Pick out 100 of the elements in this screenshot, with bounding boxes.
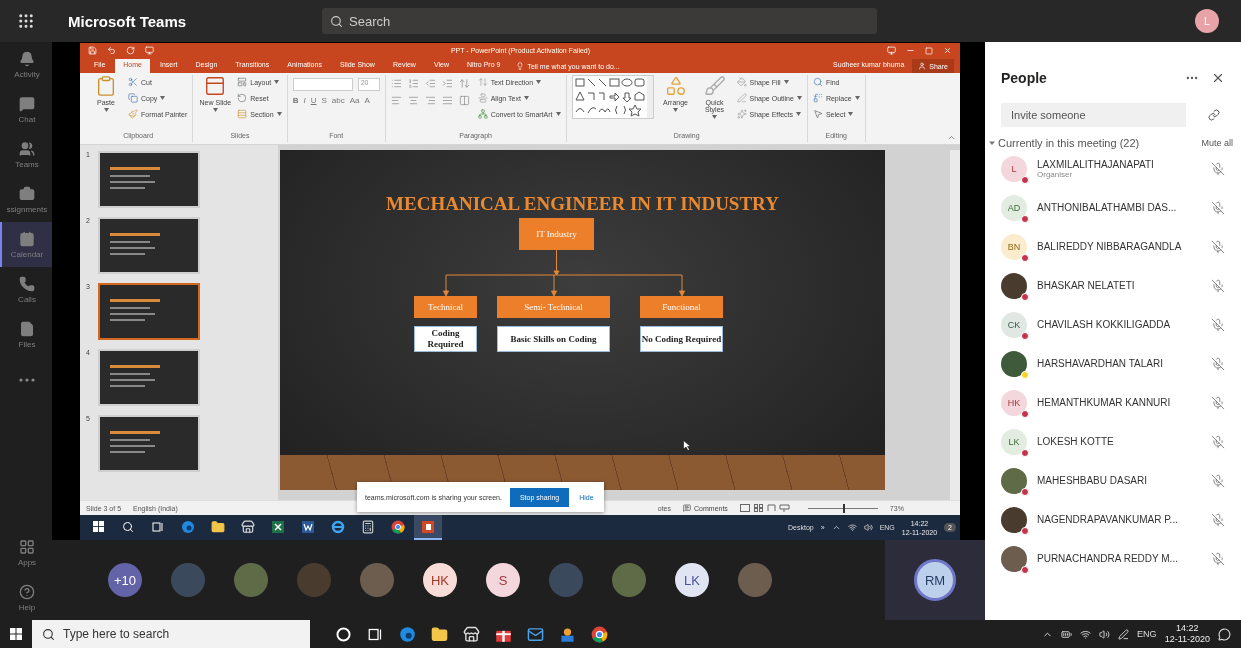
- slide-thumbnail[interactable]: [98, 415, 200, 472]
- format-button[interactable]: Aa: [349, 96, 360, 105]
- invite-field[interactable]: Invite someone: [1001, 103, 1186, 127]
- align-text-icon: [477, 93, 488, 103]
- slide-thumbnail[interactable]: [98, 349, 200, 406]
- participant-photo-placeholder: [297, 563, 331, 597]
- collapse-ribbon-icon[interactable]: [947, 133, 956, 142]
- save-icon[interactable]: [88, 46, 97, 55]
- paintbrush-icon: [128, 109, 138, 119]
- network-icon[interactable]: [1080, 628, 1092, 640]
- taskbar-button[interactable]: [414, 515, 442, 540]
- windows-logo-icon[interactable]: [10, 628, 22, 640]
- participant-row[interactable]: LK LOKESH KOTTE: [985, 422, 1241, 461]
- search-field[interactable]: Search: [322, 8, 877, 34]
- taskbar-search-field[interactable]: Type here to search: [32, 620, 310, 648]
- volume-icon[interactable]: [863, 523, 873, 532]
- caret-icon: [796, 96, 802, 100]
- section-header: Currently in this meeting (22): [998, 137, 1141, 149]
- replace-icon: [812, 93, 823, 103]
- participant-row[interactable]: L LAXMILALITHAJANAPATI Organiser: [985, 149, 1241, 188]
- caret-icon[interactable]: [989, 140, 995, 146]
- participant-row[interactable]: BN BALIREDDY NIBBARAGANDLA: [985, 227, 1241, 266]
- presentation-app-icon: [421, 519, 435, 534]
- font-name-field[interactable]: [292, 78, 353, 91]
- shapes-gallery-drawing[interactable]: [571, 75, 654, 119]
- diagram-node: Technical: [414, 296, 477, 318]
- notifications-icon[interactable]: [1218, 627, 1231, 641]
- close-icon[interactable]: [943, 46, 952, 55]
- spreadsheet-app-icon: [271, 519, 285, 534]
- participant-row[interactable]: MAHESHBABU DASARI: [985, 461, 1241, 500]
- new-slide-icon: [204, 75, 227, 97]
- participant-row[interactable]: AD ANTHONIBALATHAMBI DAS...: [985, 188, 1241, 227]
- rail-item[interactable]: Help: [0, 575, 52, 620]
- language-indicator: ENG: [1137, 629, 1157, 639]
- battery-icon[interactable]: [1061, 628, 1073, 640]
- rail-item[interactable]: Activity: [0, 42, 52, 87]
- participant-avatar: S: [486, 563, 520, 597]
- pen-icon[interactable]: [1118, 628, 1130, 640]
- mic-off-icon: [1211, 278, 1225, 293]
- slide-thumbnail[interactable]: [98, 217, 200, 274]
- more-participants-button[interactable]: +10: [108, 563, 142, 597]
- network-icon[interactable]: [847, 523, 857, 532]
- redo-icon[interactable]: [126, 46, 135, 55]
- avatar: BN: [1001, 233, 1027, 260]
- circle-icon: [334, 625, 352, 643]
- search-icon: [42, 627, 55, 641]
- display-options-icon[interactable]: [887, 46, 896, 55]
- rail-item[interactable]: Calls: [0, 267, 52, 312]
- mic-off-icon: [1211, 434, 1225, 449]
- avatar: CK: [1001, 311, 1027, 338]
- format-button[interactable]: U: [310, 96, 317, 105]
- mute-all-button[interactable]: Mute all: [1201, 138, 1233, 148]
- reset-icon: [237, 93, 248, 103]
- app-launcher-icon[interactable]: [17, 12, 35, 30]
- rail-item[interactable]: Teams: [0, 132, 52, 177]
- participant-row[interactable]: CK CHAVILASH KOKKILIGADDA: [985, 305, 1241, 344]
- mic-off-icon: [1211, 473, 1225, 488]
- view-buttons-icon[interactable]: [739, 504, 790, 512]
- participant-avatar: LK: [675, 563, 709, 597]
- close-icon[interactable]: [1211, 71, 1225, 85]
- rail-item[interactable]: Apps: [0, 530, 52, 575]
- participant-photo-placeholder: [612, 563, 646, 597]
- format-button[interactable]: A: [364, 96, 370, 105]
- chevron-up-icon[interactable]: [831, 523, 841, 532]
- edge-icon: [181, 519, 195, 534]
- paint-bucket-icon: [736, 77, 747, 87]
- caret-icon: [103, 108, 109, 112]
- participant-row[interactable]: BHASKAR NELATETI: [985, 266, 1241, 305]
- format-button[interactable]: abc: [331, 96, 345, 105]
- participant-row[interactable]: NAGENDRAPAVANKUMAR P...: [985, 500, 1241, 539]
- volume-icon[interactable]: [1099, 628, 1111, 640]
- mic-off-icon: [1211, 512, 1225, 527]
- zoom-thumb[interactable]: [842, 503, 845, 513]
- caret-icon: [274, 80, 280, 84]
- slide-thumbnail[interactable]: [98, 151, 200, 208]
- rail-item[interactable]: Files: [0, 312, 52, 357]
- presentation-icon[interactable]: [145, 46, 154, 55]
- diagram-detail: Basic Skills on Coding: [497, 326, 610, 352]
- mic-off-icon: [1211, 200, 1225, 215]
- participant-photo-placeholder: [360, 563, 394, 597]
- quick-styles-icon: [703, 75, 726, 97]
- participant-name: ANTHONIBALATHAMBI DAS...: [1037, 202, 1178, 213]
- undo-icon[interactable]: [107, 46, 116, 55]
- rail-item[interactable]: ssignments: [0, 177, 52, 222]
- participant-row[interactable]: HK HEMANTHKUMAR KANNURI: [985, 383, 1241, 422]
- link-icon[interactable]: [1208, 109, 1220, 121]
- participant-row[interactable]: PURNACHANDRA REDDY M...: [985, 539, 1241, 578]
- format-button[interactable]: B: [292, 96, 299, 105]
- arrange-icon: [664, 75, 687, 97]
- rail-item[interactable]: Chat: [0, 87, 52, 132]
- diagram-detail: No Coding Required: [640, 326, 723, 352]
- scrollbar[interactable]: [950, 150, 960, 500]
- caret-icon: [536, 80, 542, 84]
- participant-row[interactable]: HARSHAVARDHAN TALARI: [985, 344, 1241, 383]
- participant-name: LAXMILALITHAJANAPATI: [1037, 158, 1155, 170]
- format-button[interactable]: I: [303, 96, 306, 105]
- participant-photo-placeholder: [171, 563, 205, 597]
- chat-icon: [19, 95, 35, 112]
- slide-thumbnail[interactable]: [98, 283, 200, 340]
- format-button[interactable]: S: [321, 96, 327, 105]
